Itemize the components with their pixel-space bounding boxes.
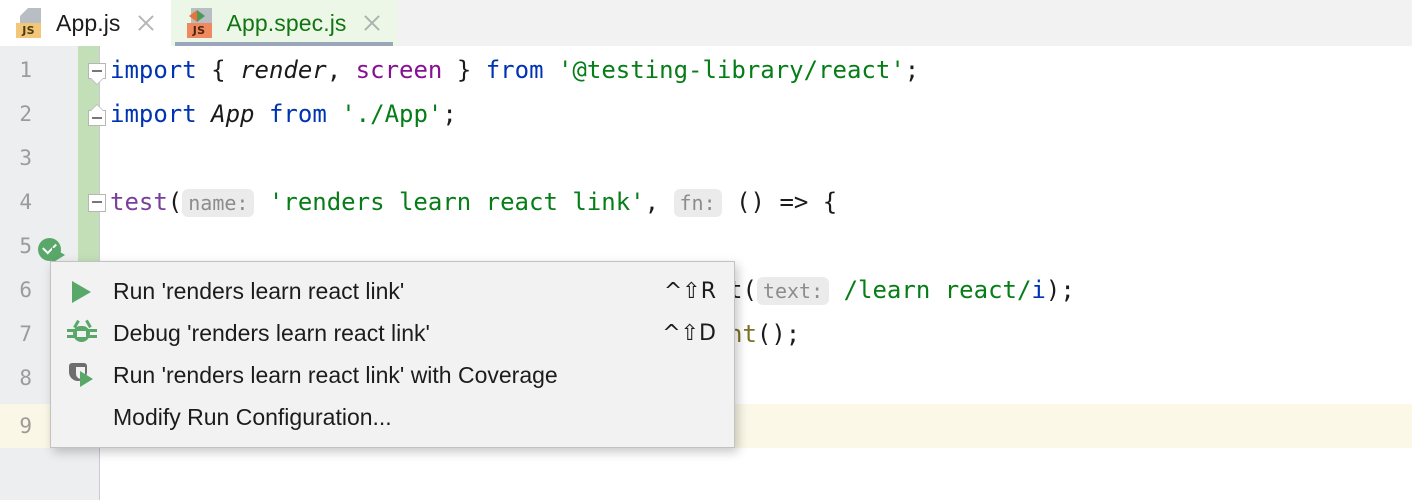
javascript-test-file-icon: JS [186,8,214,38]
code-fold-marker[interactable] [88,63,108,85]
code-token: '@testing-library/react' [557,56,905,84]
code-token: from [485,56,544,84]
line-number: 9 [19,414,32,438]
code-token: } [442,56,486,84]
menu-item-shortcut: ^⇧D [662,320,716,346]
menu-item-shortcut: ^⇧R [663,278,716,304]
line-number: 3 [19,146,32,170]
menu-item-label: Run 'renders learn react link' with Cove… [113,361,558,388]
code-token: 'renders learn react link' [268,188,645,216]
line-number: 2 [19,102,32,126]
menu-item-run-with-coverage[interactable]: Run 'renders learn react link' with Cove… [51,354,734,396]
code-token: ; [442,100,457,128]
code-token: , [326,56,356,84]
menu-item-label: Run 'renders learn react link' [113,277,405,304]
tab-app-spec-js[interactable]: JS App.spec.js [170,0,397,46]
tab-app-js[interactable]: JS App.js [0,0,171,46]
menu-item-debug[interactable]: Debug 'renders learn react link' ^⇧D [51,312,734,354]
javascript-file-icon: JS [16,8,43,38]
code-token: import [110,56,197,84]
line-number: 5 [19,234,32,258]
code-token: screen [355,56,443,84]
line-number: 8 [19,366,32,390]
run-icon [67,276,97,306]
parameter-hint: text: [756,277,830,305]
menu-item-run[interactable]: Run 'renders learn react link' ^⇧R [51,270,734,312]
code-token: ( [167,188,183,216]
code-line-4: test(name: 'renders learn react link', f… [110,180,837,224]
menu-item-label: Debug 'renders learn react link' [113,319,430,346]
code-token: (); [756,320,801,348]
code-token: from [268,100,327,128]
code-token: , [644,188,674,216]
code-line-7: nt(); [728,312,800,356]
menu-item-label: Modify Run Configuration... [113,403,392,430]
code-token: App [211,100,255,128]
line-number: 1 [19,58,32,82]
code-line-2: import App from './App'; [110,92,457,136]
code-token: { [196,56,241,84]
line-number: 4 [19,190,32,214]
code-token: render [240,56,327,84]
line-number: 6 [19,278,32,302]
code-token: ); [1045,276,1075,304]
parameter-hint: fn: [673,189,722,217]
editor-tab-bar: JS App.js JS App.spec.js [0,0,1412,46]
js-badge-label: JS [186,23,212,38]
code-token: /learn react/ [843,276,1032,304]
tab-label-app-js: App.js [56,9,121,36]
code-line-1: import { render, screen } from '@testing… [110,48,919,92]
code-token: import [110,100,197,128]
no-icon-placeholder [67,402,97,432]
code-token: './App' [341,100,443,128]
close-icon[interactable] [135,12,157,34]
menu-item-modify-run-configuration[interactable]: Modify Run Configuration... [51,396,734,438]
parameter-hint: name: [182,189,255,217]
run-context-menu[interactable]: Run 'renders learn react link' ^⇧R Debug… [50,261,735,448]
tab-label-app-spec-js: App.spec.js [226,9,347,36]
code-token: i [1031,276,1046,304]
debug-bug-icon [67,318,97,348]
code-fold-marker[interactable] [88,194,108,216]
code-fold-marker[interactable] [88,105,108,132]
js-badge-label: JS [16,23,41,38]
code-token: ; [904,56,920,84]
close-icon[interactable] [361,12,383,34]
line-number: 7 [19,322,32,346]
code-line-6: t(text: /learn react/i); [728,268,1075,312]
code-token: test [110,188,168,216]
code-token: () => { [721,188,838,216]
coverage-shield-icon [67,360,97,390]
